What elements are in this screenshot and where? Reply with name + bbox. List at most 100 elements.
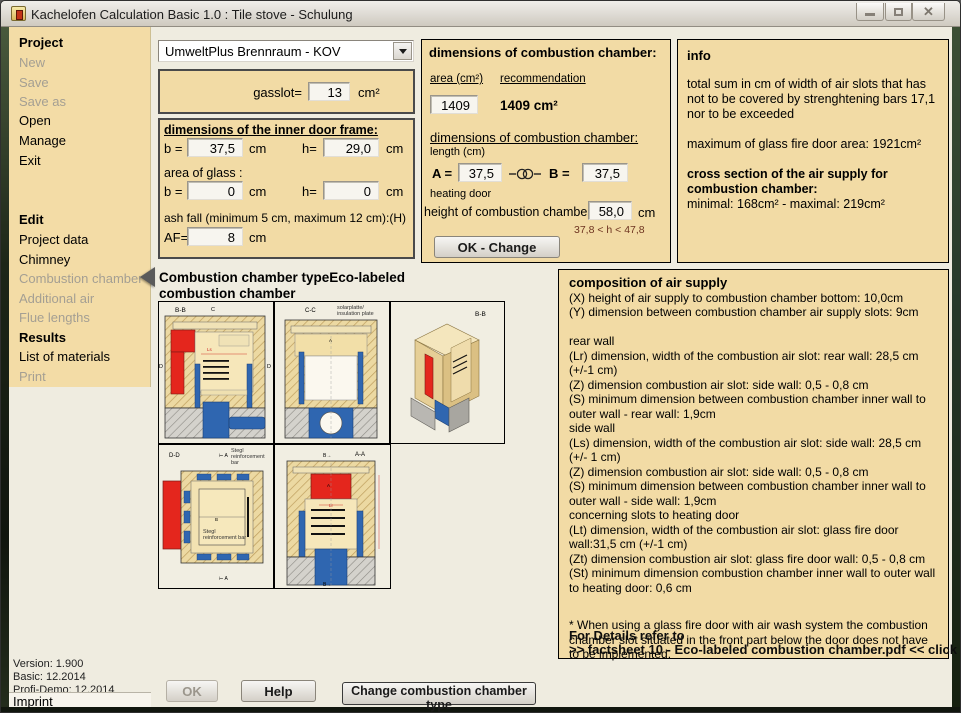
air-supply-line-blank — [569, 320, 938, 335]
sidebar-item-exit[interactable]: Exit — [19, 153, 41, 168]
change-chamber-type-button[interactable]: Change combustion chamber type — [342, 682, 536, 705]
sidebar-item-chimney[interactable]: Chimney — [19, 252, 70, 267]
info-panel: info total sum in cm of width of air slo… — [677, 39, 949, 263]
af-unit: cm — [249, 230, 266, 245]
window-edge-bottom — [1, 707, 960, 713]
svg-text:D: D — [159, 364, 163, 370]
app-icon — [11, 6, 26, 21]
linked-values-icon — [508, 167, 542, 181]
gasslot-box: gasslot= 13 cm² — [158, 69, 415, 114]
minimize-button[interactable] — [856, 3, 884, 21]
sidebar-item-list-of-materials[interactable]: List of materials — [19, 349, 110, 364]
combustion-chamber-dimensions-panel: dimensions of combustion chamber: area (… — [421, 39, 671, 263]
chamber-area-input[interactable]: 1409 — [430, 95, 478, 114]
ok-button[interactable]: OK — [166, 680, 218, 702]
a-label: A = — [432, 166, 452, 181]
air-supply-line-s-rear: (S) minimum dimension between combustion… — [569, 392, 938, 421]
gasslot-input[interactable]: 13 — [308, 82, 350, 101]
air-supply-line-z-side: (Z) dimension combustion air slot: side … — [569, 465, 938, 480]
b-input[interactable]: 37,5 — [582, 163, 628, 182]
version-label: Version: 1.900 — [13, 658, 83, 670]
door-frame-h-unit: cm — [386, 141, 403, 156]
window-edge-right — [952, 27, 960, 707]
door-frame-h-label: h= — [302, 141, 317, 156]
door-frame-title: dimensions of the inner door frame: — [164, 123, 378, 137]
glass-h-label: h= — [302, 184, 317, 199]
svg-text:Ls: Ls — [207, 347, 213, 352]
diagram-plan-dd: B D-D ⊢ A ⊢ A Stegl reinforcement bar St… — [158, 444, 274, 589]
help-button[interactable]: Help — [241, 680, 316, 702]
door-frame-b-label: b = — [164, 141, 182, 156]
air-supply-line-side-wall: side wall — [569, 421, 938, 436]
selected-type-value: UmweltPlus Brennraum - KOV — [165, 44, 341, 59]
svg-text:C: C — [211, 307, 215, 313]
a-input[interactable]: 37,5 — [458, 163, 502, 182]
dropdown-button[interactable] — [393, 42, 412, 60]
svg-text:A: A — [327, 483, 330, 488]
diagram-section-bb: B-B C D D Ls — [158, 301, 274, 444]
svg-text:C-C: C-C — [305, 308, 316, 314]
svg-text:B-B: B-B — [475, 311, 486, 318]
imprint-link[interactable]: Imprint — [13, 694, 53, 709]
sidebar-item-manage[interactable]: Manage — [19, 133, 66, 148]
sidebar-item-print: Print — [19, 369, 46, 384]
air-supply-line-ls: (Ls) dimension, width of the combustion … — [569, 436, 938, 465]
air-supply-line-concerning: concerning slots to heating door — [569, 508, 938, 523]
b-label: B = — [549, 166, 570, 181]
height-range-note: 37,8 < h < 47,8 — [574, 224, 645, 236]
application-window: Kachelofen Calculation Basic 1.0 : Tile … — [0, 0, 961, 713]
chevron-down-icon — [399, 49, 407, 54]
info-paragraph-glass-door: maximum of glass fire door area: 1921cm² — [687, 137, 939, 152]
inner-door-frame-box: dimensions of the inner door frame: b = … — [158, 118, 415, 259]
chamber-type-heading: Combustion chamber typeEco-labeled combu… — [159, 270, 439, 302]
gasslot-unit: cm² — [358, 85, 380, 100]
svg-text:D: D — [267, 364, 271, 370]
af-label: AF= — [164, 230, 188, 245]
length-label: length (cm) — [430, 146, 485, 158]
af-input[interactable]: 8 — [187, 227, 243, 246]
sidebar-item-new: New — [19, 55, 45, 70]
air-supply-panel: composition of air supply (X) height of … — [558, 269, 949, 659]
svg-text:B: B — [215, 517, 218, 522]
sidebar-item-open[interactable]: Open — [19, 113, 51, 128]
chamber-panel-title: dimensions of combustion chamber: — [429, 45, 657, 60]
door-frame-b-unit: cm — [249, 141, 266, 156]
factsheet-link[interactable]: >> factsheet 10 - Eco-labeled combustion… — [569, 642, 961, 657]
air-supply-line-rear-wall: rear wall — [569, 334, 938, 349]
air-supply-title: composition of air supply — [569, 276, 938, 291]
reinforcement-bar-annotation-center: Stegl reinforcement bar — [203, 529, 247, 541]
glass-b-input[interactable]: 0 — [187, 181, 243, 200]
ok-change-button[interactable]: OK - Change — [434, 236, 560, 258]
door-frame-b-input[interactable]: 37,5 — [187, 138, 243, 157]
combustion-chamber-type-select[interactable]: UmweltPlus Brennraum - KOV — [158, 40, 414, 62]
sidebar-header-results: Results — [19, 330, 66, 345]
glass-h-unit: cm — [386, 184, 403, 199]
maximize-button[interactable] — [885, 3, 912, 21]
info-cross-section-title: cross section of the air supply for comb… — [687, 167, 939, 197]
chamber-height-unit: cm — [638, 205, 655, 220]
diagram-section-cc: C-C A solarplatte/ insulation plate — [274, 301, 390, 444]
glass-h-input[interactable]: 0 — [323, 181, 379, 200]
close-icon: ✕ — [923, 5, 934, 18]
sidebar-item-flue-lengths: Flue lengths — [19, 310, 90, 325]
air-supply-line-st: (St) minimum dimension combustion chambe… — [569, 566, 938, 595]
svg-text:D-D: D-D — [169, 453, 180, 459]
door-frame-h-input[interactable]: 29,0 — [323, 138, 379, 157]
info-paragraph-air-slots: total sum in cm of width of air slots th… — [687, 77, 939, 122]
sidebar-item-save: Save — [19, 75, 49, 90]
area-of-glass-title: area of glass : — [164, 166, 243, 180]
sidebar-item-project-data[interactable]: Project data — [19, 232, 88, 247]
title-bar[interactable]: Kachelofen Calculation Basic 1.0 : Tile … — [1, 1, 960, 27]
sidebar-item-combustion-chamber: Combustion chamber — [19, 271, 143, 286]
svg-text:B→: B→ — [323, 453, 331, 459]
sidebar-header-project: Project — [19, 35, 63, 50]
close-button[interactable]: ✕ — [912, 3, 945, 21]
svg-text:⊢ A: ⊢ A — [219, 575, 228, 582]
info-title: info — [687, 48, 939, 63]
chamber-height-input[interactable]: 58,0 — [588, 201, 632, 220]
svg-text:Lr: Lr — [329, 503, 334, 508]
info-cross-section-values: minimal: 168cm² - maximal: 219cm² — [687, 197, 939, 212]
air-supply-line-s-side: (S) minimum dimension between combustion… — [569, 479, 938, 508]
svg-text:⊢ A: ⊢ A — [219, 452, 228, 459]
area-column-header: area (cm²) — [430, 73, 483, 85]
